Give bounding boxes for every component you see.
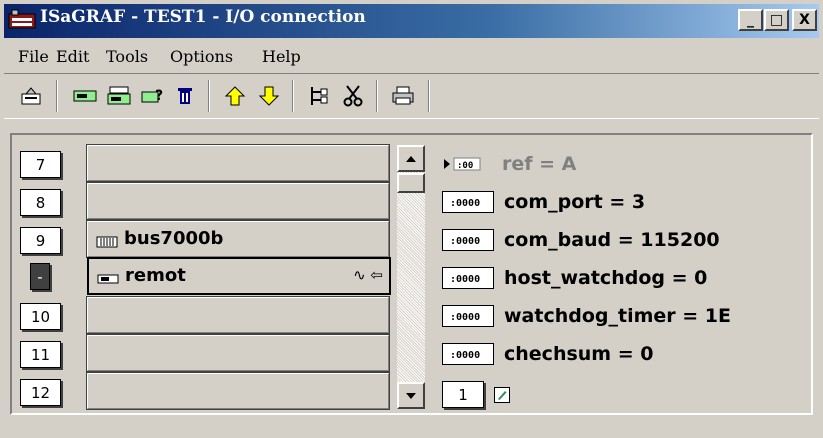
slot-row-11[interactable] <box>86 334 390 372</box>
param-row[interactable]: :0000 com_port = 3 <box>442 187 645 217</box>
svg-text::0000: :0000 <box>450 198 480 208</box>
param-text: watchdog_timer = 1E <box>504 305 731 327</box>
param-row[interactable]: :0000 com_baud = 115200 <box>442 225 720 255</box>
rack-icon <box>96 233 118 252</box>
slot-number-12[interactable]: 12 <box>20 379 61 406</box>
param-row[interactable]: :0000 watchdog_timer = 1E <box>442 301 731 331</box>
scroll-down-button[interactable] <box>397 382 425 409</box>
svg-text::0000: :0000 <box>450 312 480 322</box>
svg-text::0000: :0000 <box>450 350 480 360</box>
slot-number-9[interactable]: 9 <box>20 227 61 254</box>
edit-icon[interactable] <box>494 387 510 407</box>
toolbar: ? <box>4 73 819 119</box>
param-text: host_watchdog = 0 <box>504 267 708 289</box>
slot-number-sub[interactable]: - <box>30 263 50 290</box>
param-row[interactable]: :0000 host_watchdog = 0 <box>442 263 707 293</box>
channel-number[interactable]: 1 <box>442 381 484 408</box>
board-help-icon[interactable]: ? <box>140 84 166 108</box>
scroll-up-button[interactable] <box>397 145 425 172</box>
menu-file[interactable]: File <box>18 47 49 66</box>
menu-edit[interactable]: Edit <box>56 47 89 66</box>
delete-icon[interactable] <box>172 84 198 108</box>
param-row[interactable]: :0000 chechsum = 0 <box>442 339 653 369</box>
print-icon[interactable] <box>390 84 416 108</box>
svg-text:?: ? <box>155 88 163 104</box>
menu-bar: File Edit Tools Options Help <box>4 40 819 72</box>
scrollbar-thumb[interactable] <box>397 173 425 193</box>
param-ref-icon: :00 <box>442 156 492 172</box>
svg-text::00: :00 <box>457 161 473 171</box>
minimize-button[interactable]: _ <box>738 9 763 31</box>
slot-row-10[interactable] <box>86 296 390 334</box>
menu-tools[interactable]: Tools <box>106 47 148 66</box>
param-text: com_port = 3 <box>504 191 646 213</box>
slot-number-10[interactable]: 10 <box>20 303 61 330</box>
board-icon[interactable] <box>72 84 98 108</box>
menu-options[interactable]: Options <box>170 47 233 66</box>
close-button[interactable]: X <box>792 9 817 31</box>
window-title: ISaGRAF - TEST1 - I/O connection <box>40 7 366 27</box>
down-arrow-icon[interactable] <box>256 84 282 108</box>
slot-row-7[interactable] <box>86 144 390 182</box>
integer-param-icon: :0000 <box>442 305 494 327</box>
slot-row-8[interactable] <box>86 182 390 220</box>
svg-text::0000: :0000 <box>450 274 480 284</box>
param-text: com_baud = 115200 <box>504 229 720 251</box>
integer-param-icon: :0000 <box>442 229 494 251</box>
menu-help[interactable]: Help <box>262 47 301 66</box>
isagraf-app-icon[interactable] <box>8 8 36 30</box>
param-text: ref = A <box>502 153 577 175</box>
slot-row-12[interactable] <box>86 372 390 410</box>
maximize-button[interactable]: □ <box>764 9 789 31</box>
integer-param-icon: :0000 <box>442 343 494 365</box>
signal-arrow-icon: ∿ ⇦ <box>353 266 383 284</box>
svg-text::0000: :0000 <box>450 236 480 246</box>
slot-label: remot <box>125 265 186 286</box>
tree-icon[interactable] <box>306 84 332 108</box>
param-row[interactable]: :00 ref = A <box>442 149 576 179</box>
integer-param-icon: :0000 <box>442 267 494 289</box>
slot-row-9[interactable]: bus7000b <box>86 220 390 258</box>
slot-number-11[interactable]: 11 <box>20 341 61 368</box>
board-stack-icon[interactable] <box>106 84 132 108</box>
slot-number-8[interactable]: 8 <box>20 189 61 216</box>
io-connection-panel: 7 8 9 bus7000b - remot ∿ ⇦ 10 11 12 :00 … <box>10 133 813 415</box>
slot-label: bus7000b <box>124 228 224 249</box>
slot-row-remot[interactable]: remot ∿ ⇦ <box>87 257 391 295</box>
integer-param-icon: :0000 <box>442 191 494 213</box>
board-icon <box>97 270 119 289</box>
save-icon[interactable] <box>18 84 44 108</box>
cut-icon[interactable] <box>340 84 366 108</box>
slot-number-7[interactable]: 7 <box>20 151 61 178</box>
param-text: chechsum = 0 <box>504 343 654 365</box>
up-arrow-icon[interactable] <box>222 84 248 108</box>
